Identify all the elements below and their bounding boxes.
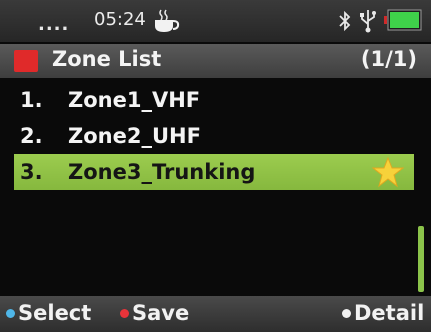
save-label: Save: [132, 301, 190, 325]
list-item[interactable]: 1. Zone1_VHF: [14, 82, 414, 118]
radio-screen: .... 05:24 Zone List (1/1) 1. Zone1_VHF …: [0, 0, 431, 332]
zone-list: 1. Zone1_VHF 2. Zone2_UHF 3. Zone3_Trunk…: [0, 80, 431, 292]
item-number: 3.: [20, 160, 43, 184]
white-dot-icon: [342, 308, 351, 318]
softkey-bar: Select Save Detail: [0, 296, 431, 332]
signal-dots: ....: [38, 14, 70, 35]
page-title: Zone List: [52, 47, 162, 71]
coffee-cup-icon: [155, 9, 180, 32]
title-bar: Zone List (1/1): [0, 44, 431, 78]
blue-dot-icon: [6, 308, 15, 318]
save-softkey[interactable]: Save: [120, 301, 189, 325]
list-item-selected[interactable]: 3. Zone3_Trunking: [14, 154, 414, 190]
item-label: Zone2_UHF: [68, 124, 201, 148]
item-label: Zone1_VHF: [68, 88, 201, 112]
list-item[interactable]: 2. Zone2_UHF: [14, 118, 414, 154]
select-softkey[interactable]: Select: [6, 301, 91, 325]
star-icon: [372, 156, 404, 188]
usb-icon: [360, 10, 376, 33]
bluetooth-icon: [339, 10, 351, 32]
status-bar: .... 05:24: [0, 0, 431, 42]
item-number: 1.: [20, 88, 43, 112]
red-dot-icon: [120, 308, 129, 318]
detail-label: Detail: [354, 301, 425, 325]
battery-icon: [384, 9, 422, 31]
page-indicator: (1/1): [360, 47, 417, 71]
clock-time: 05:24: [94, 9, 146, 30]
item-label: Zone3_Trunking: [68, 160, 256, 184]
select-label: Select: [18, 301, 92, 325]
detail-softkey[interactable]: Detail: [342, 301, 424, 325]
item-number: 2.: [20, 124, 43, 148]
zone-list-icon: [14, 50, 38, 72]
scrollbar[interactable]: [418, 226, 424, 292]
